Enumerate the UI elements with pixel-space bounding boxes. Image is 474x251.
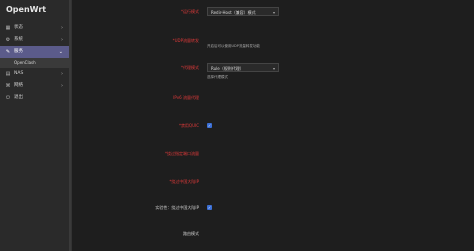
setting-label: *运行模式 [181, 9, 199, 14]
setting-label: *禁用QUIC [178, 123, 199, 128]
setting-label: 实验性：绕过中国大陆IP [155, 205, 199, 210]
chevron-down-icon: ▾ [272, 10, 275, 15]
run-mode-select[interactable]: Redir-Host（兼容）模式 ▾ [207, 7, 279, 16]
setting-row-udp: *UDP流量转发 开启后可以使用UDP流量转发功能 [72, 38, 474, 58]
chevron-right-icon: › [61, 83, 63, 89]
sidebar-item-label: 退出 [14, 95, 23, 100]
sidebar-subitem-label: OpenClash [14, 60, 36, 65]
select-value: Rule（规则代理） [211, 66, 244, 71]
select-value: Redir-Host（兼容）模式 [211, 10, 256, 15]
setting-label: *UDP流量转发 [172, 38, 199, 43]
setting-row-run-mode: *运行模式 Redir-Host（兼容）模式 ▾ [72, 6, 474, 26]
chevron-down-icon: ▾ [272, 66, 275, 71]
proxy-mode-select[interactable]: Rule（规则代理） ▾ [207, 63, 279, 72]
sidebar-item-system[interactable]: ⚙ 系统 › [0, 34, 69, 46]
status-icon: ▦ [5, 25, 11, 31]
system-icon: ⚙ [5, 37, 11, 43]
disable-quic-checkbox[interactable]: ✓ [207, 123, 212, 128]
settings-panel: *运行模式 Redir-Host（兼容）模式 ▾ *UDP流量转发 开启后可以使… [72, 0, 474, 251]
setting-description: 选择代理模式 [207, 75, 228, 79]
app-logo: OpenWrt [6, 5, 47, 14]
sidebar-item-services[interactable]: ✎ 服务 ⌄ [0, 46, 69, 58]
sidebar-item-nas[interactable]: ▤ NAS › [0, 68, 69, 80]
chevron-down-icon: ⌄ [58, 49, 63, 55]
chevron-right-icon: › [61, 25, 63, 31]
setting-row-bypass-china: *绕过中国大陆IP [72, 176, 474, 196]
setting-label: IPv6 流量代理 [173, 95, 199, 100]
setting-label: 路由模式 [183, 231, 199, 236]
setting-row-quic: *禁用QUIC ✓ [72, 120, 474, 140]
sidebar-item-label: NAS [14, 71, 24, 76]
network-icon: ⌘ [5, 83, 11, 89]
services-icon: ✎ [5, 49, 11, 55]
nas-icon: ▤ [5, 71, 11, 77]
sidebar-item-network[interactable]: ⌘ 网络 › [0, 80, 69, 92]
setting-label: *代理模式 [181, 65, 199, 70]
setting-row-ipv6: IPv6 流量代理 [72, 95, 474, 115]
sidebar-item-label: 状态 [14, 25, 23, 30]
sidebar: OpenWrt ▦ 状态 › ⚙ 系统 › ✎ 服务 ⌄ OpenClash ▤… [0, 0, 72, 251]
sidebar-subitem-openclash[interactable]: OpenClash [0, 58, 69, 68]
setting-row-bypass-port: *绕过指定端口流量 [72, 148, 474, 168]
bypass-china-experimental-checkbox[interactable]: ✓ [207, 205, 212, 210]
setting-label: *绕过指定端口流量 [165, 151, 199, 156]
sidebar-item-logout[interactable]: ⏻ 退出 [0, 92, 69, 104]
sidebar-scrollbar[interactable] [69, 0, 71, 251]
sidebar-item-label: 网络 [14, 83, 23, 88]
sidebar-item-label: 系统 [14, 37, 23, 42]
sidebar-item-label: 服务 [14, 49, 23, 54]
logout-icon: ⏻ [6, 95, 10, 101]
chevron-right-icon: › [61, 71, 63, 77]
setting-row-routing-mode: 路由模式 [72, 228, 474, 248]
chevron-right-icon: › [61, 37, 63, 43]
sidebar-item-status[interactable]: ▦ 状态 › [0, 22, 69, 34]
setting-row-proxy-mode: *代理模式 Rule（规则代理） ▾ 选择代理模式 [72, 62, 474, 82]
setting-description: 开启后可以使用UDP流量转发功能 [207, 44, 260, 48]
setting-label: *绕过中国大陆IP [169, 179, 199, 184]
setting-row-bypass-china-experimental: 实验性：绕过中国大陆IP ✓ [72, 202, 474, 222]
